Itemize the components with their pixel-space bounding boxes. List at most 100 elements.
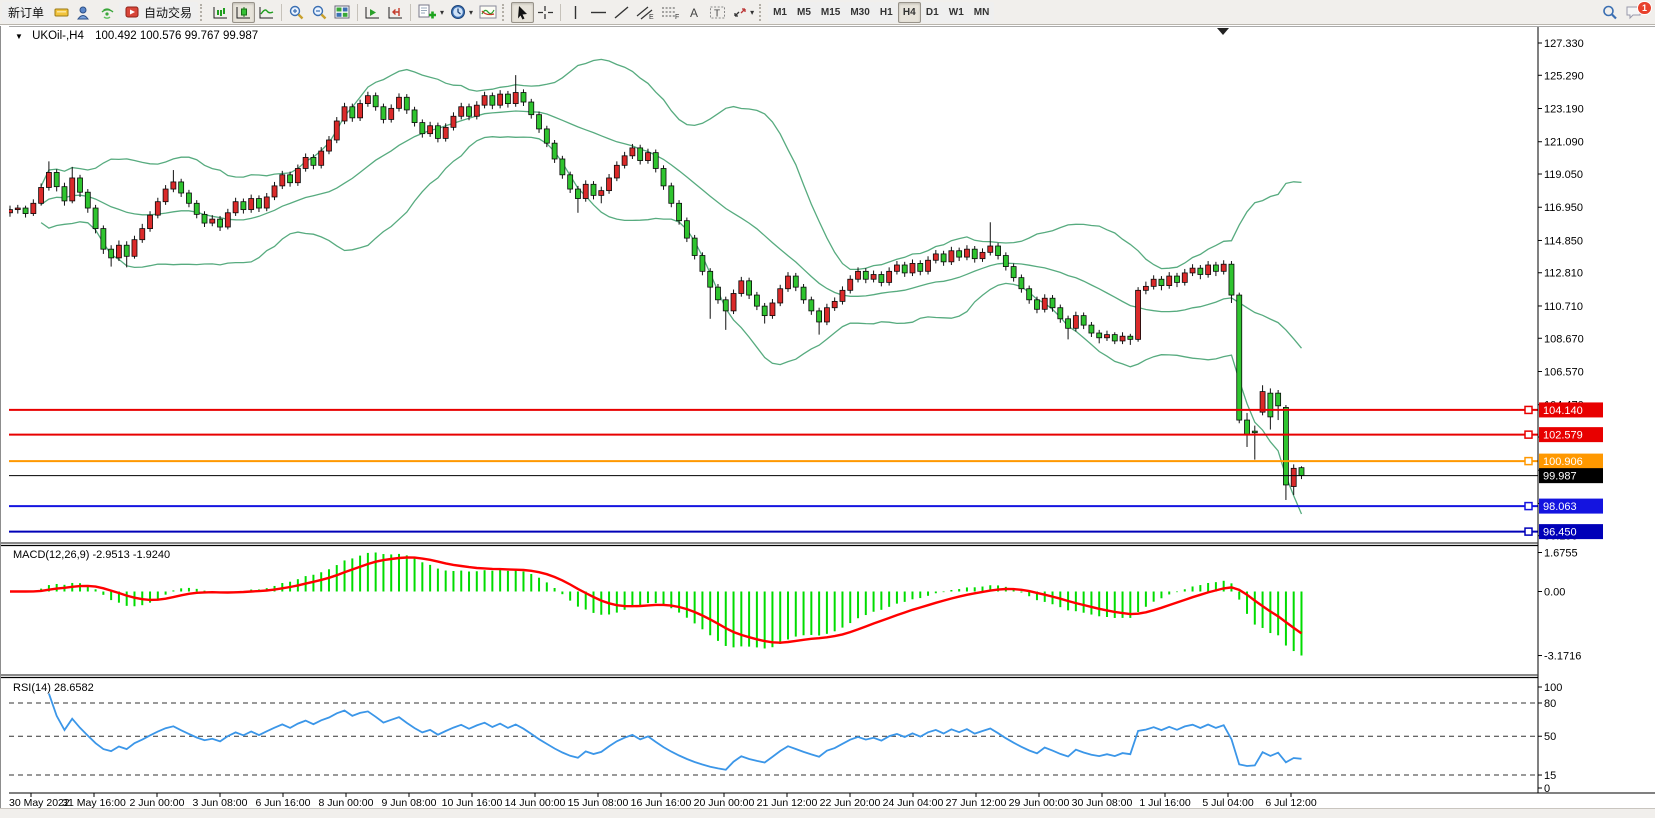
time-axis-label: 9 Jun 08:00 — [382, 797, 437, 808]
horizontal-line-icon[interactable] — [587, 2, 610, 23]
time-axis-label: 2 Jun 00:00 — [130, 797, 185, 808]
price-line-label: 100.906 — [1543, 456, 1583, 468]
rsi-indicator-label: RSI(14) 28.6582 — [13, 682, 94, 694]
time-axis-label: 29 Jun 00:00 — [1009, 797, 1070, 808]
timeframe-m1[interactable]: M1 — [768, 2, 792, 23]
price-axis-tick: 110.710 — [1544, 301, 1583, 313]
trendline-icon[interactable] — [610, 2, 633, 23]
dropdown-caret-icon: ▾ — [750, 8, 754, 17]
time-axis-label: 5 Jul 04:00 — [1202, 797, 1254, 808]
cursor-icon[interactable] — [511, 2, 534, 23]
equidistant-channel-icon[interactable]: E — [633, 2, 658, 23]
vertical-line-icon[interactable] — [564, 2, 587, 23]
chart-shift-icon[interactable] — [384, 2, 407, 23]
chat-icon[interactable]: 1 — [1622, 2, 1647, 23]
time-axis-label: 21 Jun 12:00 — [757, 797, 818, 808]
charts-icon[interactable] — [50, 2, 73, 23]
time-axis-label: 6 Jul 12:00 — [1265, 797, 1317, 808]
price-line-handle — [1525, 528, 1532, 535]
price-axis-tick: 127.330 — [1544, 38, 1584, 50]
price-line-handle — [1525, 458, 1532, 465]
time-axis-label: 3 Jun 08:00 — [193, 797, 248, 808]
rsi-pane — [9, 694, 1538, 775]
pane-frame — [1, 27, 1655, 678]
chart-shift-marker-icon[interactable] — [1217, 28, 1229, 35]
time-axis[interactable]: 30 May 202231 May 16:00 2 Jun 00:00 3 Jun … — [9, 793, 1655, 808]
price-line-label: 99.987 — [1543, 471, 1577, 483]
profiles-icon[interactable]: ▾ — [447, 2, 476, 23]
tile-windows-icon[interactable] — [331, 2, 354, 23]
time-axis-label: 8 Jun 00:00 — [319, 797, 374, 808]
macd-axis-tick: -3.1716 — [1544, 651, 1581, 663]
price-axis[interactable]: 127.330125.290123.190121.090119.050116.9… — [1538, 27, 1603, 795]
horizontal-price-lines[interactable] — [9, 406, 1538, 535]
macd-indicator-label: MACD(12,26,9) -2.9513 -1.9240 — [13, 549, 170, 561]
one-click-collapse-icon: ▼ — [15, 32, 23, 41]
svg-text:F: F — [675, 14, 679, 20]
time-axis-label: 20 Jun 00:00 — [694, 797, 755, 808]
price-axis-tick: 125.290 — [1544, 70, 1584, 82]
price-axis-tick: 106.570 — [1544, 366, 1584, 378]
toolbar-grip — [200, 4, 205, 21]
autotrading-button[interactable]: 自动交易 — [119, 2, 198, 23]
crosshair-icon[interactable] — [534, 2, 557, 23]
arrows-icon[interactable]: ▾ — [729, 2, 757, 23]
candlesticks — [8, 75, 1304, 500]
price-axis-tick: 114.850 — [1544, 235, 1583, 247]
price-axis-tick: 112.810 — [1544, 268, 1583, 280]
new-order-button[interactable]: 新订单 — [2, 2, 50, 23]
dropdown-caret-icon: ▾ — [440, 8, 444, 17]
toolbar-separator — [560, 4, 561, 21]
toolbar-separator — [357, 4, 358, 21]
fibonacci-icon[interactable]: F — [658, 2, 683, 23]
line-chart-icon[interactable] — [255, 2, 278, 23]
time-axis-label: 6 Jun 16:00 — [256, 797, 311, 808]
rsi-axis-tick: 100 — [1544, 682, 1562, 694]
autotrading-label: 自动交易 — [144, 4, 192, 21]
timeframe-m15[interactable]: M15 — [816, 2, 845, 23]
mt4-window: 新订单 自动交易 ▾ ▾ E F A T ▾ — [0, 0, 1655, 818]
timeframe-h4[interactable]: H4 — [898, 2, 921, 23]
time-axis-label: 22 Jun 20:00 — [820, 797, 881, 808]
time-axis-label: 30 May 2022 — [9, 797, 70, 808]
chart-area[interactable]: 127.330125.290123.190121.090119.050116.9… — [0, 26, 1655, 808]
timeframe-w1[interactable]: W1 — [944, 2, 969, 23]
text-icon[interactable]: A — [683, 2, 706, 23]
time-axis-label: 14 Jun 00:00 — [505, 797, 566, 808]
price-line-handle — [1525, 406, 1532, 413]
expert-advisors-icon[interactable] — [73, 2, 96, 23]
timeframe-mn[interactable]: MN — [969, 2, 995, 23]
search-icon[interactable] — [1598, 2, 1622, 23]
price-line-handle — [1525, 431, 1532, 438]
timeframe-m5[interactable]: M5 — [792, 2, 816, 23]
toolbar-separator — [410, 4, 411, 21]
new-chart-icon[interactable]: ▾ — [414, 2, 447, 23]
bar-chart-icon[interactable] — [209, 2, 232, 23]
symbol-label: UKOil-,H4 — [32, 30, 84, 42]
price-axis-tick: 121.090 — [1544, 137, 1584, 149]
time-axis-label: 15 Jun 08:00 — [568, 797, 629, 808]
macd-axis-tick: 1.6755 — [1544, 548, 1578, 560]
signals-icon[interactable] — [96, 2, 119, 23]
indicators-icon[interactable] — [476, 2, 500, 23]
text-label-icon[interactable]: T — [706, 2, 729, 23]
time-axis-label: 1 Jul 16:00 — [1139, 797, 1191, 808]
time-axis-label: 24 Jun 04:00 — [883, 797, 944, 808]
svg-text:T: T — [714, 8, 720, 19]
svg-text:A: A — [690, 6, 698, 20]
dropdown-caret-icon: ▾ — [469, 8, 473, 17]
macd-axis-tick: 0.00 — [1544, 587, 1565, 599]
price-axis-tick: 108.670 — [1544, 333, 1584, 345]
timeframe-h1[interactable]: H1 — [875, 2, 898, 23]
candlestick-chart-icon[interactable] — [232, 2, 255, 23]
auto-scroll-icon[interactable] — [361, 2, 384, 23]
timeframe-d1[interactable]: D1 — [921, 2, 944, 23]
price-line-label: 98.063 — [1543, 501, 1577, 513]
zoom-out-icon[interactable] — [308, 2, 331, 23]
zoom-in-icon[interactable] — [285, 2, 308, 23]
macd-pane — [10, 553, 1302, 656]
timeframe-m30[interactable]: M30 — [845, 2, 874, 23]
time-axis-label: 31 May 16:00 — [62, 797, 126, 808]
time-axis-label: 27 Jun 12:00 — [946, 797, 1007, 808]
price-line-handle — [1525, 503, 1532, 510]
